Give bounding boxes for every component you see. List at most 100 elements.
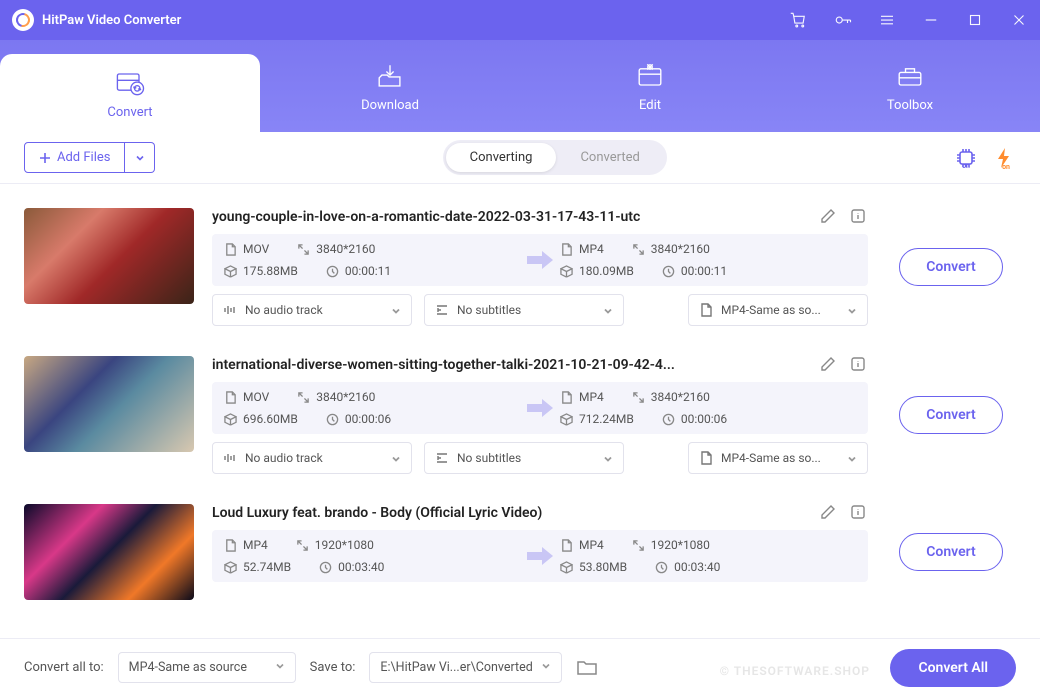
list-item: international-diverse-women-sitting-toge… <box>24 332 1016 480</box>
segment-converting[interactable]: Converting <box>446 143 557 172</box>
info-icon[interactable] <box>850 504 868 522</box>
tab-edit[interactable]: Edit <box>520 40 780 132</box>
app-logo-icon <box>12 9 34 31</box>
file-icon <box>224 391 237 404</box>
resolution-icon <box>632 391 645 404</box>
preset-select[interactable]: MP4-Same as so... <box>688 442 868 474</box>
meta-row: MP4 1920*1080 52.74MB 00:03:40 MP4 1920*… <box>212 530 868 582</box>
chevron-down-icon <box>847 305 857 315</box>
edit-icon[interactable] <box>820 504 838 522</box>
tab-toolbox-label: Toolbox <box>887 98 933 113</box>
audio-icon <box>223 451 237 465</box>
video-thumbnail[interactable] <box>24 504 194 600</box>
chevron-down-icon <box>391 453 401 463</box>
resolution-icon <box>632 243 645 256</box>
convert-button[interactable]: Convert <box>899 248 1002 286</box>
audio-select[interactable]: No audio track <box>212 294 412 326</box>
size-icon <box>224 265 237 278</box>
tab-download[interactable]: Download <box>260 40 520 132</box>
tab-download-label: Download <box>361 98 419 113</box>
info-icon[interactable] <box>850 356 868 374</box>
convert-all-button[interactable]: Convert All <box>890 649 1016 687</box>
resolution-icon <box>296 539 309 552</box>
edit-icon[interactable] <box>820 356 838 374</box>
chevron-down-icon <box>603 453 613 463</box>
chevron-down-icon <box>541 660 551 675</box>
list-item: Loud Luxury feat. brando - Body (Officia… <box>24 480 1016 606</box>
chevron-down-icon <box>275 660 285 675</box>
video-thumbnail[interactable] <box>24 356 194 452</box>
resolution-icon <box>297 391 310 404</box>
meta-row: MOV 3840*2160 696.60MB 00:00:06 MP4 3840… <box>212 382 868 434</box>
file-icon <box>699 451 713 465</box>
info-icon[interactable] <box>850 208 868 226</box>
clock-icon <box>662 265 675 278</box>
tab-convert-label: Convert <box>107 105 152 120</box>
size-icon <box>560 561 573 574</box>
add-files-button[interactable]: Add Files <box>24 142 125 173</box>
file-icon <box>224 539 237 552</box>
file-icon <box>560 243 573 256</box>
file-icon <box>560 539 573 552</box>
chevron-down-icon <box>135 153 145 163</box>
add-files-dropdown[interactable] <box>125 142 155 173</box>
list-item: young-couple-in-love-on-a-romantic-date-… <box>24 184 1016 332</box>
chevron-down-icon <box>391 305 401 315</box>
subtitles-icon <box>435 303 449 317</box>
meta-row: MOV 3840*2160 175.88MB 00:00:11 MP4 3840… <box>212 234 868 286</box>
main-nav: Convert Download Edit Toolbox <box>0 40 1040 132</box>
audio-select[interactable]: No audio track <box>212 442 412 474</box>
arrow-icon <box>520 399 560 417</box>
file-list: young-couple-in-love-on-a-romantic-date-… <box>0 184 1040 638</box>
subtitles-select[interactable]: No subtitles <box>424 442 624 474</box>
titlebar: HitPaw Video Converter <box>0 0 1040 40</box>
size-icon <box>224 413 237 426</box>
file-icon <box>560 391 573 404</box>
clock-icon <box>662 413 675 426</box>
preset-select[interactable]: MP4-Same as so... <box>688 294 868 326</box>
add-files-control: Add Files <box>24 142 155 173</box>
svg-text:on: on <box>962 162 970 170</box>
file-name: young-couple-in-love-on-a-romantic-date-… <box>212 209 640 225</box>
maximize-icon[interactable] <box>966 11 984 29</box>
tab-edit-label: Edit <box>639 98 661 113</box>
lightning-icon[interactable]: on <box>992 146 1016 170</box>
edit-icon[interactable] <box>820 208 838 226</box>
size-icon <box>224 561 237 574</box>
clock-icon <box>326 265 339 278</box>
arrow-icon <box>520 547 560 565</box>
add-files-label: Add Files <box>57 150 110 165</box>
minimize-icon[interactable] <box>922 11 940 29</box>
tab-toolbox[interactable]: Toolbox <box>780 40 1040 132</box>
convert-all-to-label: Convert all to: <box>24 660 104 675</box>
tab-convert[interactable]: Convert <box>0 54 260 132</box>
footer-bar: Convert all to: MP4-Same as source Save … <box>0 638 1040 696</box>
save-to-label: Save to: <box>310 660 356 675</box>
save-to-select[interactable]: E:\HitPaw Vi...er\Converted <box>369 652 561 683</box>
convert-button[interactable]: Convert <box>899 533 1002 571</box>
size-icon <box>560 265 573 278</box>
menu-icon[interactable] <box>878 11 896 29</box>
size-icon <box>560 413 573 426</box>
resolution-icon <box>632 539 645 552</box>
segment-converted[interactable]: Converted <box>556 143 663 172</box>
convert-all-to-select[interactable]: MP4-Same as source <box>118 652 296 683</box>
convert-button[interactable]: Convert <box>899 396 1002 434</box>
audio-icon <box>223 303 237 317</box>
key-icon[interactable] <box>834 11 852 29</box>
chevron-down-icon <box>847 453 857 463</box>
cart-icon[interactable] <box>790 11 808 29</box>
close-icon[interactable] <box>1010 11 1028 29</box>
status-segment: Converting Converted <box>443 140 667 175</box>
app-title: HitPaw Video Converter <box>42 13 181 28</box>
clock-icon <box>319 561 332 574</box>
file-icon <box>699 303 713 317</box>
hardware-accel-icon[interactable]: on <box>954 146 978 170</box>
svg-text:on: on <box>1002 163 1010 170</box>
subtitles-select[interactable]: No subtitles <box>424 294 624 326</box>
clock-icon <box>655 561 668 574</box>
video-thumbnail[interactable] <box>24 208 194 304</box>
plus-icon <box>39 152 51 164</box>
open-folder-button[interactable] <box>576 659 598 677</box>
file-icon <box>224 243 237 256</box>
